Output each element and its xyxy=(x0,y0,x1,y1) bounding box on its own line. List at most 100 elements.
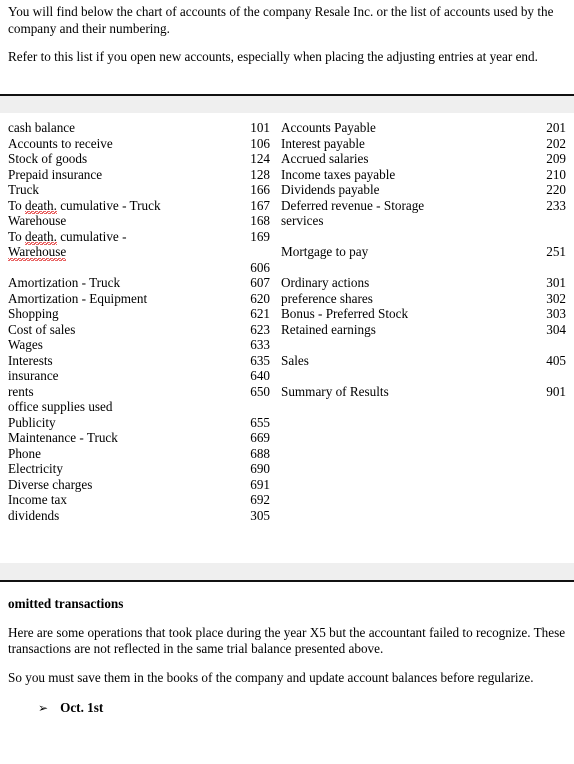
account-number: 691 xyxy=(250,476,270,492)
account-row xyxy=(281,229,566,245)
account-row: Deferred revenue - Storage 233 xyxy=(281,198,566,214)
account-number: 124 xyxy=(250,151,270,166)
account-number: 210 xyxy=(546,166,566,182)
omitted-transactions-section: omitted transactions Here are some opera… xyxy=(0,596,574,717)
account-row: To death. cumulative - Truck 167 xyxy=(8,198,270,214)
section-heading: omitted transactions xyxy=(8,596,124,611)
account-name: To death. cumulative - xyxy=(8,228,127,245)
account-number: 620 xyxy=(250,290,270,306)
account-row: Income taxes payable 210 xyxy=(281,167,566,183)
account-name: To death. cumulative - Truck xyxy=(8,197,161,214)
account-number: 167 xyxy=(250,197,270,213)
account-name: Mortgage to pay xyxy=(281,244,369,259)
divider-band xyxy=(0,96,574,113)
account-number: 606 xyxy=(250,259,270,275)
account-number: 669 xyxy=(250,430,270,445)
account-name: Interest payable xyxy=(281,135,365,151)
account-number: 251 xyxy=(546,244,566,259)
account-number: 305 xyxy=(250,507,270,523)
spellcheck-underline: death. xyxy=(25,197,57,214)
account-name: Phone xyxy=(8,445,41,461)
account-name: Shopping xyxy=(8,306,59,321)
account-number: 101 xyxy=(250,120,270,135)
account-row: Income tax 692 xyxy=(8,492,270,508)
account-row: Accounts to receive 106 xyxy=(8,136,270,152)
account-number: 621 xyxy=(250,306,270,321)
account-name: Cost of sales xyxy=(8,321,76,337)
account-row: Phone 688 xyxy=(8,446,270,462)
account-name: Warehouse xyxy=(8,213,67,228)
account-name: Accrued salaries xyxy=(281,151,369,166)
account-name: Amortization - Equipment xyxy=(8,290,148,306)
account-row: Warehouse xyxy=(8,244,270,260)
arrowhead-bullet-icon: ➢ xyxy=(38,701,49,715)
account-row xyxy=(281,260,566,276)
chart-of-accounts: cash balance 101 Accounts to receive 106 Sto… xyxy=(0,120,574,555)
intro-paragraph-2: Refer to this list if you open new accou… xyxy=(8,49,538,64)
account-row: Amortization - Equipment 620 xyxy=(8,291,270,307)
account-row: Interest payable 202 xyxy=(281,136,566,152)
account-row: To death. cumulative - 169 xyxy=(8,229,270,245)
account-number: 607 xyxy=(250,275,270,290)
account-row: 606 xyxy=(8,260,270,276)
account-number: 405 xyxy=(546,352,566,368)
account-name: Accounts Payable xyxy=(281,120,376,135)
account-number: 692 xyxy=(250,492,270,507)
account-name: preference shares xyxy=(281,290,373,306)
account-name: Prepaid insurance xyxy=(8,166,103,182)
account-name: Truck xyxy=(8,182,40,197)
list-item: ➢ Oct. 1st xyxy=(8,700,566,717)
account-name: Stock of goods xyxy=(8,151,88,166)
account-name: insurance xyxy=(8,368,59,383)
account-number: 209 xyxy=(546,151,566,166)
divider-rule xyxy=(0,580,574,582)
account-row: Bonus - Preferred Stock 303 xyxy=(281,306,566,322)
account-name: Amortization - Truck xyxy=(8,275,121,290)
spellcheck-underline: Warehouse xyxy=(8,244,67,260)
account-row: Amortization - Truck 607 xyxy=(8,275,270,291)
account-name: Accounts to receive xyxy=(8,135,113,151)
account-name: Retained earnings xyxy=(281,321,376,337)
account-name: Warehouse xyxy=(8,244,67,260)
account-name: Diverse charges xyxy=(8,476,93,492)
account-name: Publicity xyxy=(8,414,56,430)
account-row: dividends 305 xyxy=(8,508,270,524)
account-number: 202 xyxy=(546,135,566,151)
account-number: 690 xyxy=(250,461,270,476)
account-row: Publicity 655 xyxy=(8,415,270,431)
account-row: cash balance 101 xyxy=(8,120,270,136)
account-row: Accounts Payable 201 xyxy=(281,120,566,136)
account-row: Mortgage to pay 251 xyxy=(281,244,566,260)
divider-band xyxy=(0,563,574,580)
spellcheck-underline: death. xyxy=(25,228,57,245)
account-number: 166 xyxy=(250,182,270,197)
accounts-left-column: cash balance 101 Accounts to receive 106 Sto… xyxy=(8,120,270,523)
bullet-item-label: Oct. 1st xyxy=(60,700,104,715)
account-row: Wages 633 xyxy=(8,337,270,353)
account-number: 901 xyxy=(546,383,566,399)
account-number: 304 xyxy=(546,321,566,337)
intro-paragraph-1: You will find below the chart of account… xyxy=(8,4,554,36)
account-number: 303 xyxy=(546,306,566,321)
account-number: 220 xyxy=(546,182,566,197)
omitted-paragraph-2: So you must save them in the books of th… xyxy=(8,669,534,685)
account-row: insurance 640 xyxy=(8,368,270,384)
intro-section: You will find below the chart of account… xyxy=(0,0,574,66)
account-name: Summary of Results xyxy=(281,383,389,399)
account-row xyxy=(281,337,566,353)
account-row: Cost of sales 623 xyxy=(8,322,270,338)
account-name: Sales xyxy=(281,352,309,368)
account-number: 169 xyxy=(250,228,270,244)
account-row: Prepaid insurance 128 xyxy=(8,167,270,183)
section-divider-bottom xyxy=(0,563,574,583)
account-number: 633 xyxy=(250,337,270,352)
account-name: Bonus - Preferred Stock xyxy=(281,306,409,321)
account-name: Income tax xyxy=(8,492,67,507)
account-name: Electricity xyxy=(8,461,63,476)
account-number: 623 xyxy=(250,321,270,337)
account-row: Electricity 690 xyxy=(8,461,270,477)
account-name: Maintenance - Truck xyxy=(8,430,118,445)
account-row: Maintenance - Truck 669 xyxy=(8,430,270,446)
account-row: preference shares 302 xyxy=(281,291,566,307)
account-row: Stock of goods 124 xyxy=(8,151,270,167)
